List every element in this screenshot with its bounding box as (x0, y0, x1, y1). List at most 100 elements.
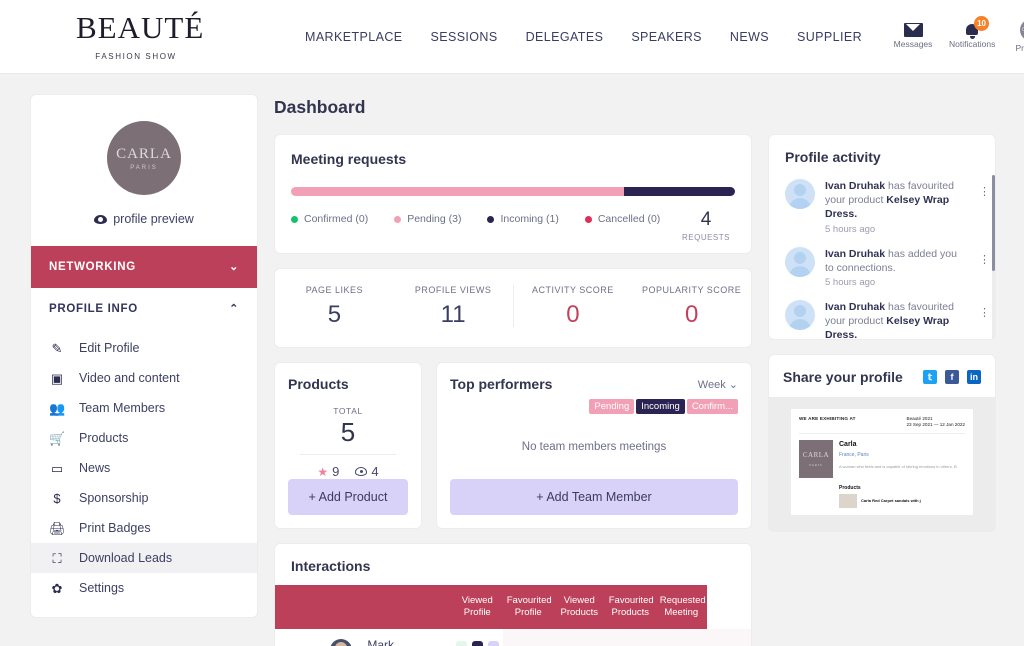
facebook-icon[interactable]: f (945, 370, 959, 384)
table-header-favourited-profile: Favourited Profile (502, 585, 554, 629)
preview-product-name: Carla Red Carpet sandals with j (861, 498, 921, 504)
dollar-icon: $ (53, 490, 61, 506)
sidebar-item-edit-profile[interactable]: ✎ Edit Profile (31, 333, 257, 363)
nav-item-news[interactable]: NEWS (730, 30, 769, 44)
message-button[interactable]: ✉ (487, 640, 499, 646)
pill-confirmed: Confirm... (686, 399, 738, 414)
dashboard-right-column: Profile activity Ivan Druhak has favouri… (768, 134, 996, 532)
sidebar-item-print-badges[interactable]: 🖨 Print Badges (31, 513, 257, 543)
nav-item-sessions[interactable]: SESSIONS (430, 30, 497, 44)
legend-item-incoming: Incoming (1) (487, 213, 559, 225)
legend-dot-incoming (487, 215, 495, 223)
stat-profile-views: PROFILE VIEWS 11 (394, 285, 513, 327)
profile-label: Profile (1015, 43, 1024, 53)
preview-company-description: A woman who feels and is capable of stir… (839, 463, 957, 469)
interactions-card: Interactions Viewed Profile Favourited P… (274, 543, 752, 646)
legend-dot-confirmed (291, 215, 298, 223)
notifications-badge: 10 (974, 16, 990, 31)
notifications-label: Notifications (949, 39, 996, 49)
profile-menu-button[interactable]: CARLA Profile⌄ (1008, 19, 1024, 54)
period-selector[interactable]: Week ⌄ (698, 378, 738, 391)
profile-preview-link[interactable]: profile preview (31, 212, 257, 226)
list-item[interactable]: Ivan Druhak has added you to connections… (785, 243, 990, 296)
brand-logo[interactable]: BEAUTÉ FASHION SHOW (76, 12, 203, 61)
sidebar-section-profile-info[interactable]: PROFILE INFO ⌃ (31, 288, 257, 330)
legend-label: Confirmed (0) (304, 213, 369, 225)
pill-incoming: Incoming (636, 399, 685, 414)
products-title: Products (288, 376, 349, 392)
pencil-icon: ✎ (51, 340, 63, 356)
avatar (330, 639, 353, 646)
sidebar-item-news[interactable]: ▭ News (31, 453, 257, 483)
messages-button[interactable]: Messages (890, 19, 936, 49)
sidebar-item-label: Print Badges (79, 521, 151, 535)
avatar: CARLA (1020, 19, 1024, 41)
share-preview-card[interactable]: WE ARE EXHIBITING AT Beauté 2021 23 Sep … (791, 409, 973, 515)
nav-item-marketplace[interactable]: MARKETPLACE (305, 30, 402, 44)
printer-icon: 🖨 (49, 520, 66, 536)
products-favourites-value: 9 (332, 464, 340, 479)
more-options-icon[interactable]: ⋮ (977, 300, 990, 319)
sidebar-item-products[interactable]: 🛒 Products (31, 423, 257, 453)
table-header-viewed-profile: Viewed Profile (451, 585, 503, 629)
activity-time: 5 hours ago (825, 223, 876, 235)
legend-item-pending: Pending (3) (394, 213, 461, 225)
header-tools: Messages 10 Notifications CARLA Profile⌄ (890, 16, 1024, 54)
brand-subtitle: FASHION SHOW (95, 52, 177, 61)
linkedin-icon[interactable]: in (967, 370, 981, 384)
products-total-label: TOTAL (333, 406, 363, 416)
list-item[interactable]: Ivan Druhak has favourited your product … (785, 296, 990, 339)
stat-page-likes: PAGE LIKES 5 (275, 285, 394, 327)
stat-label: POPULARITY SCORE (641, 285, 742, 295)
stat-label: ACTIVITY SCORE (531, 285, 614, 295)
sidebar-item-team-members[interactable]: 👥 Team Members (31, 393, 257, 423)
nav-item-delegates[interactable]: DELEGATES (526, 30, 604, 44)
add-team-member-button[interactable]: + Add Team Member (450, 479, 738, 515)
top-header: BEAUTÉ FASHION SHOW MARKETPLACE SESSIONS… (0, 0, 1024, 74)
stat-popularity-score: POPULARITY SCORE 0 (632, 285, 751, 327)
cell-viewed-products (604, 628, 656, 646)
more-options-icon[interactable]: ⋮ (977, 179, 990, 198)
performers-empty-state: No team members meetings (521, 440, 667, 453)
notifications-button[interactable]: 10 Notifications (949, 16, 996, 49)
preview-company-logo: CARLA PARIS (799, 439, 833, 478)
list-item[interactable]: Ivan Druhak has favourited your product … (785, 175, 990, 243)
add-product-button[interactable]: + Add Product (288, 479, 408, 515)
divider (300, 454, 396, 455)
legend-label: Incoming (1) (500, 213, 559, 225)
cell-favourited-profile (553, 628, 605, 646)
sidebar-item-settings[interactable]: ✿ Settings (31, 573, 257, 603)
preview-company-name: Carla (839, 440, 857, 448)
profile-info-label: PROFILE INFO (49, 303, 138, 315)
stat-activity-score: ACTIVITY SCORE 0 (514, 285, 633, 327)
table-header-blank (275, 585, 452, 629)
avatar (785, 246, 815, 277)
requests-total-value: 4 (700, 209, 712, 230)
meeting-button[interactable]: ▦ (471, 640, 483, 646)
twitter-icon[interactable]: 𝕥 (923, 370, 937, 384)
preview-logo-sub: PARIS (809, 462, 823, 467)
page-title: Dashboard (274, 97, 366, 117)
more-options-icon[interactable]: ⋮ (977, 247, 990, 266)
nav-item-supplier[interactable]: SUPPLIER (797, 30, 862, 44)
stat-label: PAGE LIKES (305, 285, 364, 295)
activity-list[interactable]: Ivan Druhak has favourited your product … (785, 175, 995, 339)
sidebar-item-sponsorship[interactable]: $ Sponsorship (31, 483, 257, 513)
page-body: CARLA PARIS profile preview NETWORKING ⌄… (0, 74, 1024, 646)
activity-time: 5 hours ago (825, 276, 876, 288)
scrollbar-thumb[interactable] (992, 175, 995, 271)
products-card: Products TOTAL 5 ★ 9 4 + Add Product (274, 362, 422, 529)
preview-event-dates: 23 Sep 2021 — 12 Jan 2022 (906, 422, 966, 428)
sidebar-item-video-and-content[interactable]: ▣ Video and content (31, 363, 257, 393)
company-avatar: CARLA PARIS (107, 121, 181, 195)
stat-value: 5 (327, 301, 342, 328)
video-icon: ▣ (50, 370, 64, 386)
nav-item-speakers[interactable]: SPEAKERS (631, 30, 702, 44)
preview-product-thumbnail (839, 493, 857, 508)
sidebar-item-download-leads[interactable]: ⛶ Download Leads (31, 543, 257, 573)
sidebar-section-networking[interactable]: NETWORKING ⌄ (31, 246, 257, 288)
table-header-row: Viewed Profile Favourited Profile Viewed… (275, 585, 751, 629)
table-row[interactable]: 1 Mark Weits Visitor ★ ▦ ✉ (275, 628, 751, 646)
favourite-button[interactable]: ★ (455, 640, 467, 646)
bar-segment-incoming (624, 187, 735, 196)
